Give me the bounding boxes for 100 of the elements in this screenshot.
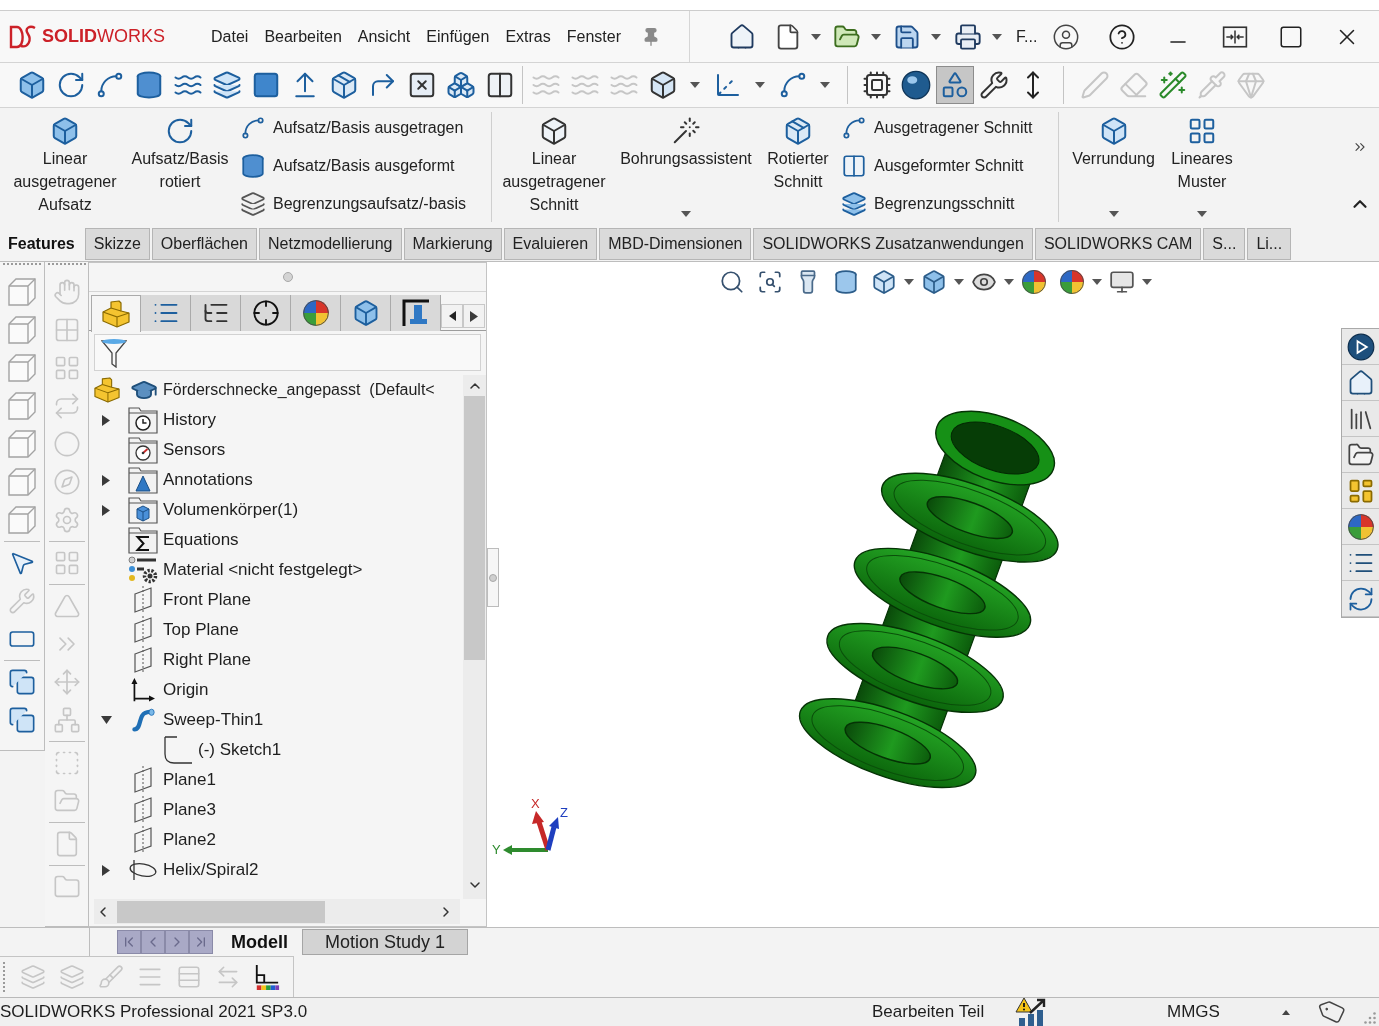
command-tab[interactable]: Oberflächen xyxy=(151,227,257,260)
tree-item[interactable]: Annotations xyxy=(94,465,253,495)
tree-item[interactable]: Plane1 xyxy=(94,765,216,795)
scrollbar-thumb[interactable] xyxy=(464,396,485,660)
scrollbar-thumb[interactable] xyxy=(117,900,325,923)
ribbon-button[interactable]: Aufsatz/Basis ausgetragen xyxy=(238,109,484,147)
home-icon[interactable] xyxy=(728,22,756,51)
caret-down-icon[interactable] xyxy=(1197,211,1207,217)
tree-item[interactable]: Plane3 xyxy=(94,795,216,825)
help-icon[interactable] xyxy=(1108,22,1137,51)
panel-tab[interactable] xyxy=(391,295,441,331)
command-tab[interactable]: SOLIDWORKS CAM xyxy=(1034,227,1202,260)
command-tab[interactable]: SOLIDWORKS Zusatzanwendungen xyxy=(753,227,1033,260)
tree-item[interactable]: Material <nicht festgelegt> xyxy=(94,555,363,585)
caret-down-icon[interactable] xyxy=(755,82,765,88)
caret-down-icon[interactable] xyxy=(1108,211,1119,217)
ribbon-button[interactable]: Lineares Muster xyxy=(1167,108,1237,226)
quartered-sphere-icon[interactable] xyxy=(1059,269,1085,295)
tree-item[interactable]: Origin xyxy=(94,675,209,705)
layers-icon[interactable] xyxy=(211,70,242,100)
funnel-icon[interactable] xyxy=(101,337,127,368)
ribbon-button[interactable]: Begrenzungsaufsatz/-basis xyxy=(238,185,484,223)
caret-down-icon[interactable] xyxy=(1004,279,1014,285)
ribbon-button[interactable]: Verrundung xyxy=(1066,108,1161,226)
caret-down-icon[interactable] xyxy=(1142,279,1152,285)
tree-item[interactable]: Plane2 xyxy=(94,825,216,855)
quartered-sphere-icon[interactable] xyxy=(1021,269,1047,295)
command-tab[interactable]: Markierung xyxy=(403,227,502,260)
ribbon-button[interactable]: Rotierter Schnitt xyxy=(763,108,833,226)
box-icon[interactable] xyxy=(871,269,897,295)
caret-up-icon[interactable] xyxy=(1282,1009,1290,1015)
tree-item[interactable]: Front Plane xyxy=(94,585,251,615)
ribbon-button[interactable]: Ausgetragener Schnitt xyxy=(839,109,1051,147)
magic-wand-icon[interactable] xyxy=(1157,70,1188,100)
ribbon-button[interactable]: Linear ausgetragener Aufsatz xyxy=(8,108,122,226)
menu-item[interactable]: Datei xyxy=(203,20,257,53)
caret-down-icon[interactable] xyxy=(681,211,691,217)
printer-icon[interactable] xyxy=(954,22,982,51)
tree-item[interactable]: Sweep-Thin1 xyxy=(94,705,264,735)
ribbon-button[interactable]: Aufsatz/Basis ausgeformt xyxy=(238,147,484,185)
quartered-sphere-icon[interactable] xyxy=(1346,512,1375,541)
command-tab[interactable]: Li... xyxy=(1247,227,1292,260)
box-icon[interactable] xyxy=(921,269,947,295)
menu-item[interactable]: Einfügen xyxy=(418,20,498,53)
menu-item[interactable]: Bearbeiten xyxy=(256,20,350,53)
panel-splitter-handle[interactable] xyxy=(487,548,499,607)
tree-item[interactable]: Sensors xyxy=(94,435,226,465)
tree-item[interactable]: (-) Sketch1 xyxy=(94,735,282,765)
panel-tab[interactable] xyxy=(241,295,291,331)
menu-item[interactable]: Extras xyxy=(497,20,559,53)
resize-icon[interactable] xyxy=(1222,23,1249,50)
shapes-icon[interactable] xyxy=(935,66,974,104)
overlapping-squares-icon[interactable] xyxy=(8,668,36,696)
filter-field[interactable] xyxy=(94,334,481,371)
panel-tab[interactable] xyxy=(191,295,241,331)
ribbon-button[interactable]: Aufsatz/Basis rotiert xyxy=(128,108,232,226)
wrench-icon[interactable] xyxy=(978,70,1009,100)
menu-item[interactable]: Ansicht xyxy=(349,20,419,53)
caret-down-icon[interactable] xyxy=(871,33,881,40)
caret-down-icon[interactable] xyxy=(954,279,964,285)
command-tab[interactable]: S... xyxy=(1203,227,1246,260)
ribbon-button[interactable]: Ausgeformter Schnitt xyxy=(839,147,1051,185)
boxes-icon[interactable] xyxy=(445,70,476,100)
logo-text[interactable]: SOLIDWORKS xyxy=(42,23,166,50)
bottom-tab[interactable]: Motion Study 1 xyxy=(302,929,469,955)
sphere-icon[interactable] xyxy=(900,70,931,100)
vertical-scrollbar[interactable] xyxy=(463,375,486,899)
command-tab[interactable]: Netzmodellierung xyxy=(259,227,402,260)
menu-item[interactable]: Fenster xyxy=(558,20,629,53)
ribbon-button[interactable]: Linear ausgetragener Schnitt xyxy=(499,108,609,226)
caret-down-icon[interactable] xyxy=(1092,279,1102,285)
horizontal-scrollbar[interactable] xyxy=(94,899,460,924)
command-tab[interactable]: Evaluieren xyxy=(503,227,598,260)
tree-item[interactable]: Helix/Spiral2 xyxy=(94,855,259,885)
user-icon[interactable] xyxy=(1052,22,1081,51)
caret-right-icon[interactable] xyxy=(102,474,110,486)
ribbon-button[interactable]: Bohrungsassistent xyxy=(615,108,757,226)
maximize-icon[interactable] xyxy=(1278,23,1305,50)
chip-icon[interactable] xyxy=(861,70,892,100)
caret-down-icon[interactable] xyxy=(811,33,821,40)
tree-item[interactable]: Volumenkörper(1) xyxy=(94,495,299,525)
caret-down-icon[interactable] xyxy=(100,716,112,724)
caret-down-icon[interactable] xyxy=(992,33,1002,40)
logo-icon[interactable] xyxy=(8,23,38,50)
monitor-icon[interactable] xyxy=(1109,269,1135,295)
warning-icon[interactable] xyxy=(1015,997,1047,1026)
caret-down-icon[interactable] xyxy=(820,82,830,88)
caret-right-icon[interactable] xyxy=(102,864,110,876)
bottom-tab[interactable]: Modell xyxy=(217,929,302,955)
magnifier-box-icon[interactable] xyxy=(757,269,783,295)
scroll-left-button[interactable] xyxy=(441,304,463,328)
play-disc-icon[interactable] xyxy=(1346,332,1375,361)
command-tab[interactable]: Skizze xyxy=(84,227,150,260)
caret-right-icon[interactable] xyxy=(102,414,110,426)
caret-right-icon[interactable] xyxy=(102,504,110,516)
overlapping-squares-icon[interactable] xyxy=(8,706,36,734)
tree-item[interactable]: History xyxy=(94,405,216,435)
toolbar-button[interactable]: F... xyxy=(1016,24,1038,49)
caret-down-icon[interactable] xyxy=(931,33,941,40)
units-label[interactable]: MMGS xyxy=(1167,999,1220,1025)
